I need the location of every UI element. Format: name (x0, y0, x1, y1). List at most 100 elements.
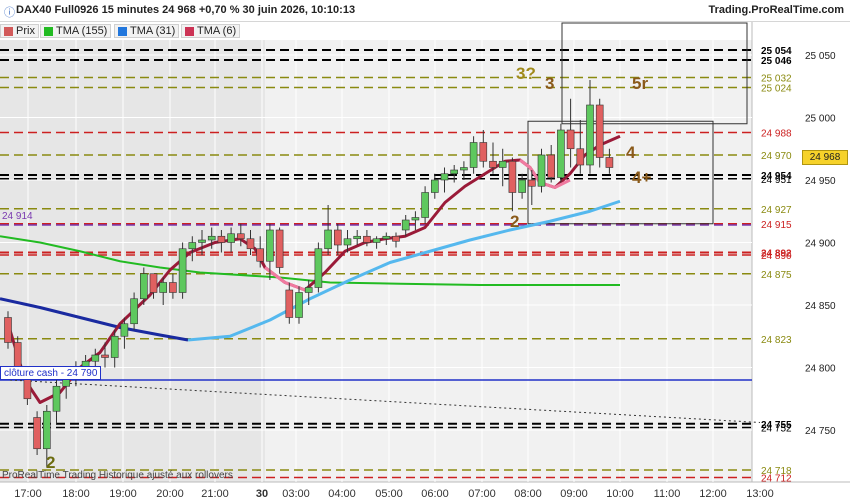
wave-label-3q: 3? (516, 64, 536, 83)
candle-body (430, 179, 439, 193)
candle-body (411, 217, 420, 221)
plot-bg-previous-day (0, 40, 265, 482)
candle-body (285, 289, 294, 318)
candle-body (363, 235, 371, 243)
wave-label-2-low: 2 (46, 453, 56, 472)
level-label-24914: 24 914 (2, 211, 33, 222)
candle-body (91, 354, 100, 362)
candle-body (353, 235, 362, 240)
candle-body (42, 410, 51, 450)
wave-label-4: 4 (626, 143, 636, 162)
level-price-label: 25 024 (761, 84, 792, 95)
candle-body (382, 235, 391, 240)
time-tick-label: 04:00 (328, 488, 356, 500)
time-tick-label: 10:00 (606, 488, 634, 500)
wave-label-5r: 5r (632, 74, 649, 93)
candle-body (586, 104, 594, 166)
candle-body (52, 385, 61, 412)
candle-body (314, 248, 323, 288)
level-price-label: 24 712 (761, 474, 792, 485)
candle-body (440, 173, 449, 181)
candle-body (178, 248, 187, 293)
candle-body (324, 229, 332, 250)
candle-body (227, 233, 235, 243)
time-tick-label: 20:00 (156, 488, 184, 500)
price-tick-label: 24 850 (805, 301, 836, 312)
level-price-label: 25 046 (761, 56, 792, 67)
candle-body (460, 167, 468, 171)
time-tick-label: 30 (256, 488, 268, 500)
candle-body (557, 129, 565, 178)
level-price-label: 24 927 (761, 205, 792, 216)
candle-body (450, 169, 459, 175)
footer-note: ProRealTime Trading Historique ajusté au… (2, 470, 233, 481)
candle-body (401, 219, 410, 231)
candle-body (469, 142, 478, 168)
candle-body (266, 229, 274, 262)
cash-close-label: clôture cash - 24 790 (0, 366, 102, 380)
time-tick-label: 17:00 (14, 488, 42, 500)
time-tick-label: 13:00 (746, 488, 774, 500)
candle-body (304, 287, 313, 293)
candle-body (159, 282, 167, 293)
level-price-label: 24 890 (761, 251, 792, 262)
candle-body (295, 292, 303, 318)
wave-label-2: 2 (510, 212, 520, 231)
level-price-label: 24 752 (761, 424, 792, 435)
time-tick-label: 05:00 (375, 488, 403, 500)
candle-body (120, 323, 129, 337)
candle-body (421, 192, 429, 218)
time-tick-label: 03:00 (282, 488, 310, 500)
candle-body (518, 179, 526, 193)
candle-body (576, 148, 585, 166)
plot-bg-current-day (265, 40, 752, 482)
time-tick-label: 19:00 (109, 488, 137, 500)
wave-label-3: 3 (545, 74, 555, 93)
candle-body (489, 160, 497, 168)
candle-body (198, 239, 206, 243)
candle-body (246, 238, 255, 250)
time-tick-label: 18:00 (62, 488, 90, 500)
price-tick-label: 24 900 (805, 239, 836, 250)
candle-body (4, 317, 12, 343)
time-tick-label: 12:00 (699, 488, 727, 500)
time-tick-label: 11:00 (654, 488, 681, 500)
level-price-label: 24 875 (761, 270, 792, 281)
candle-body (169, 282, 177, 293)
candle-body (149, 273, 158, 293)
candle-body (130, 298, 138, 325)
candle-body (33, 417, 41, 450)
time-tick-label: 07:00 (468, 488, 496, 500)
candle-body (566, 129, 575, 150)
candle-body (498, 160, 507, 168)
candle-body (256, 248, 265, 262)
price-tick-label: 25 050 (805, 51, 836, 62)
candle-body (188, 242, 197, 250)
time-tick-label: 21:00 (201, 488, 229, 500)
candle-body (217, 235, 226, 243)
last-price-label: 24 968 (802, 150, 848, 165)
candle-body (372, 238, 381, 243)
candle-body (275, 229, 284, 268)
price-chart[interactable]: 24 750 24 800 24 850 24 900 24 950 25 000 25 0… (0, 0, 850, 500)
candle-body (101, 354, 109, 358)
level-price-label: 24 951 (761, 175, 792, 186)
price-tick-label: 25 000 (805, 114, 836, 125)
level-price-label: 24 970 (761, 151, 792, 162)
time-tick-label: 09:00 (560, 488, 588, 500)
level-price-label: 24 823 (761, 335, 792, 346)
candle-body (207, 235, 216, 241)
time-tick-label: 08:00 (514, 488, 542, 500)
candle-body (237, 233, 245, 240)
wave-label-4plus: 4+ (632, 168, 652, 187)
candle-body (537, 154, 546, 187)
price-tick-label: 24 800 (805, 364, 836, 375)
candle-body (140, 273, 148, 300)
candle-body (547, 154, 556, 178)
candle-body (110, 335, 119, 358)
candle-body (479, 142, 488, 162)
candle-body (527, 179, 536, 187)
time-tick-label: 06:00 (421, 488, 449, 500)
candle-body (605, 157, 614, 168)
candle-body (508, 160, 517, 193)
